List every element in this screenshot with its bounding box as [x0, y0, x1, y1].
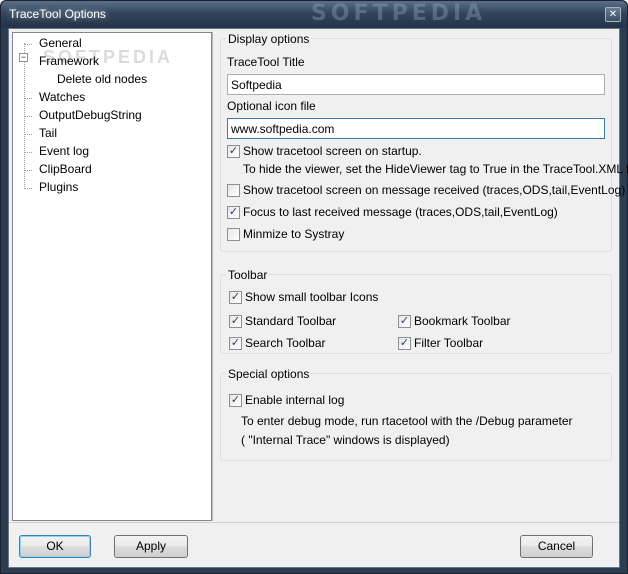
special-options-label: Special options [226, 367, 312, 381]
tree-line [24, 170, 32, 171]
tree-item-framework[interactable]: Framework [39, 54, 99, 68]
tree-item-tail[interactable]: Tail [39, 126, 57, 140]
focus-last-checkbox[interactable]: ✓ [227, 206, 240, 219]
tree-item-plugins[interactable]: Plugins [39, 180, 78, 194]
show-on-startup-checkbox[interactable]: ✓ [227, 145, 240, 158]
show-on-startup-label: Show tracetool screen on startup. [243, 144, 422, 158]
tree-item-general[interactable]: General [39, 36, 82, 50]
tree-item-watches[interactable]: Watches [39, 90, 85, 104]
toolbar-label: Toolbar [226, 268, 270, 282]
small-icons-label: Show small toolbar Icons [245, 290, 379, 304]
window-title: TraceTool Options [9, 7, 106, 21]
footer-separator [9, 522, 619, 523]
tree-item-delete-old-nodes[interactable]: Delete old nodes [57, 72, 147, 86]
search-toolbar-checkbox[interactable]: ✓ [229, 337, 242, 350]
standard-toolbar-label: Standard Toolbar [245, 314, 337, 328]
minimize-systray-label: Minmize to Systray [243, 227, 345, 241]
internal-log-label: Enable internal log [245, 393, 345, 407]
tree-line [24, 152, 32, 153]
close-button[interactable]: ✕ [605, 7, 621, 22]
ok-button[interactable]: OK [19, 535, 91, 558]
tree-line [24, 134, 32, 135]
hide-viewer-hint: To hide the viewer, set the HideViewer t… [243, 162, 628, 176]
debug-mode-hint: To enter debug mode, run rtacetool with … [241, 414, 573, 428]
internal-trace-hint: ( "Internal Trace" windows is displayed) [241, 433, 450, 447]
focus-last-label: Focus to last received message (traces,O… [243, 205, 558, 219]
tree-line [24, 116, 32, 117]
internal-log-checkbox[interactable]: ✓ [229, 394, 242, 407]
watermark: SOFTPEDIA [311, 1, 487, 26]
collapse-icon[interactable]: − [19, 53, 28, 62]
icon-file-label: Optional icon file [227, 99, 316, 113]
display-options-group: Display options TraceTool Title Optional… [220, 32, 628, 252]
minimize-systray-checkbox[interactable] [227, 228, 240, 241]
toolbar-group: Toolbar ✓ Show small toolbar Icons ✓ Sta… [220, 268, 612, 354]
filter-toolbar-checkbox[interactable]: ✓ [398, 337, 411, 350]
options-pane: Display options TraceTool Title Optional… [212, 32, 628, 521]
options-window: TraceTool Options SOFTPEDIA ✕ SOFTPEDIA … [0, 0, 628, 574]
tree-line [24, 44, 32, 45]
tree-item-clipboard[interactable]: ClipBoard [39, 162, 92, 176]
dialog-client: SOFTPEDIA − General Framework Delete old… [8, 28, 628, 568]
small-icons-checkbox[interactable]: ✓ [229, 291, 242, 304]
bookmark-toolbar-checkbox[interactable]: ✓ [398, 315, 411, 328]
apply-button[interactable]: Apply [114, 535, 188, 558]
title-label: TraceTool Title [227, 55, 305, 69]
title-field[interactable] [227, 74, 605, 95]
tree-line [24, 188, 32, 189]
tree-item-event-log[interactable]: Event log [39, 144, 89, 158]
title-bar[interactable]: TraceTool Options SOFTPEDIA ✕ [1, 1, 627, 28]
icon-file-field[interactable] [227, 118, 605, 139]
filter-toolbar-label: Filter Toolbar [414, 336, 484, 350]
special-options-group: Special options ✓ Enable internal log To… [220, 367, 612, 461]
show-on-message-label: Show tracetool screen on message receive… [243, 183, 626, 197]
display-options-label: Display options [226, 32, 312, 46]
tree-line [24, 98, 32, 99]
bookmark-toolbar-label: Bookmark Toolbar [414, 314, 511, 328]
tree-item-outputdebugstring[interactable]: OutputDebugString [39, 108, 142, 122]
options-tree[interactable]: SOFTPEDIA − General Framework Delete old… [12, 32, 212, 521]
standard-toolbar-checkbox[interactable]: ✓ [229, 315, 242, 328]
cancel-button[interactable]: Cancel [520, 535, 593, 558]
show-on-message-checkbox[interactable] [227, 184, 240, 197]
search-toolbar-label: Search Toolbar [245, 336, 326, 350]
